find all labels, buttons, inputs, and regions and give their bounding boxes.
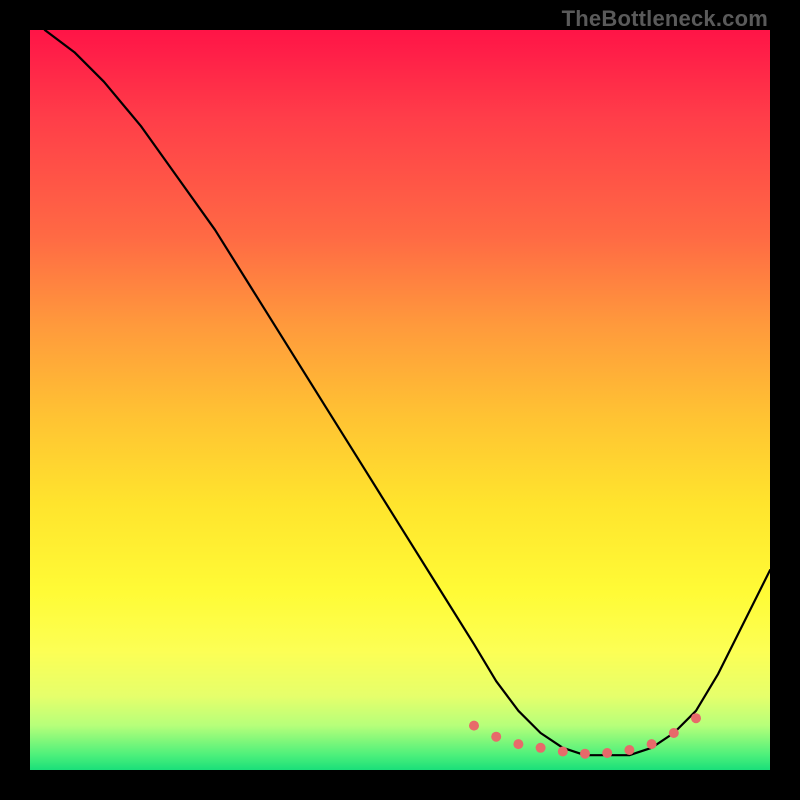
flat-marker-dot: [491, 732, 501, 742]
flat-marker-dot: [513, 739, 523, 749]
flat-marker-dot: [691, 713, 701, 723]
flat-marker-dot: [580, 749, 590, 759]
flat-marker-dot: [647, 739, 657, 749]
chart-svg: [30, 30, 770, 770]
chart-frame: TheBottleneck.com: [0, 0, 800, 800]
watermark-text: TheBottleneck.com: [562, 6, 768, 32]
flat-marker-dot: [602, 748, 612, 758]
flat-marker-dot: [669, 728, 679, 738]
bottleneck-curve-line: [45, 30, 770, 755]
flat-marker-dot: [469, 721, 479, 731]
flat-marker-dot: [624, 745, 634, 755]
flat-region-markers: [469, 713, 701, 759]
flat-marker-dot: [536, 743, 546, 753]
plot-gradient-area: [30, 30, 770, 770]
flat-marker-dot: [558, 747, 568, 757]
